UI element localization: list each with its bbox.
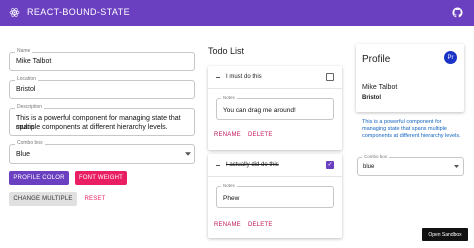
rename-button-2[interactable]: RENAME [214, 222, 241, 228]
profile-description: This is a powerful component for managin… [362, 119, 461, 139]
description-line-2: multiple components at different hierarc… [16, 124, 168, 131]
profile-title: Profile [362, 54, 391, 65]
dropdown-arrow-icon [454, 165, 459, 168]
combo-box-value: Blue [16, 151, 31, 158]
combo-box-label: Combo box [15, 140, 45, 146]
react-logo-icon [9, 8, 20, 17]
profile-combo-box[interactable]: Combo box blue [357, 154, 464, 176]
github-icon[interactable] [452, 7, 463, 18]
change-multiple-button[interactable]: CHANGE MULTIPLE [9, 192, 77, 206]
description-label: Description [15, 104, 45, 110]
location-field[interactable]: Location Bristol [9, 76, 195, 99]
delete-button-2[interactable]: DELETE [248, 222, 273, 228]
name-label: Name [15, 48, 33, 54]
todo-card-1: I must do this Notes You can drag me aro… [208, 66, 342, 150]
location-label: Location [15, 76, 38, 82]
notes-field-1[interactable]: Notes You can drag me around! [216, 95, 334, 120]
app-bar: REACT-BOUND-STATE [0, 0, 474, 26]
notes-field-2[interactable]: Notes Phew [216, 183, 334, 208]
drag-handle-icon[interactable] [216, 165, 220, 166]
drag-handle-icon[interactable] [216, 77, 220, 78]
description-field[interactable]: Description This is a powerful component… [9, 104, 195, 136]
profile-location: Bristol [362, 95, 382, 101]
todo-item-text-2: I actually did do this [226, 162, 279, 168]
notes-value-2: Phew [223, 195, 240, 202]
notes-label-1: Notes [221, 95, 237, 100]
profile-combo-value: blue [363, 164, 375, 170]
profile-combo-label: Combo box [362, 154, 390, 159]
todo-list-title: Todo List [208, 46, 245, 56]
todo-checkbox-2[interactable]: ✓ [326, 161, 334, 169]
divider [208, 88, 342, 89]
profile-card: Profile Pr Mike Talbot Bristol [356, 44, 464, 112]
rename-button-1[interactable]: RENAME [214, 132, 241, 138]
font-weight-button[interactable]: FONT WEIGHT [75, 171, 127, 185]
todo-card-2: I actually did do this ✓ Notes Phew RENA… [208, 154, 342, 238]
avatar: Pr [444, 51, 457, 64]
delete-button-1[interactable]: DELETE [248, 132, 273, 138]
name-value: Mike Talbot [16, 58, 52, 65]
combo-box[interactable]: Combo box Blue [9, 140, 195, 164]
app-title: REACT-BOUND-STATE [27, 7, 130, 17]
todo-checkbox-1[interactable] [326, 73, 334, 81]
location-value: Bristol [16, 86, 36, 93]
notes-label-2: Notes [221, 183, 237, 188]
name-field[interactable]: Name Mike Talbot [9, 48, 195, 71]
divider [208, 176, 342, 177]
profile-name: Mike Talbot [362, 84, 398, 91]
profile-color-button[interactable]: PROFILE COLOR [9, 171, 69, 185]
dropdown-arrow-icon [185, 152, 191, 156]
todo-item-text-1: I must do this [226, 74, 262, 80]
reset-button[interactable]: RESET [80, 192, 110, 206]
open-sandbox-button[interactable]: Open Sandbox [422, 228, 468, 241]
notes-value-1: You can drag me around! [223, 107, 296, 114]
